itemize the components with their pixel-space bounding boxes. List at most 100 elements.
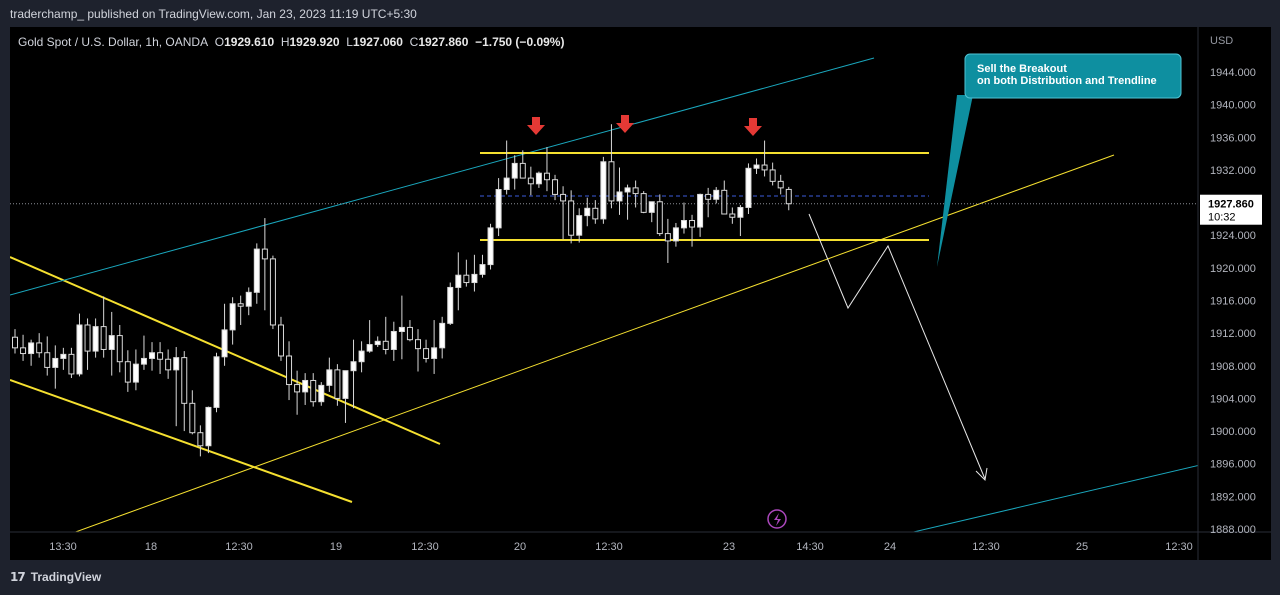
last-price-value: 1927.860 [1208, 199, 1254, 211]
currency-label: USD [1210, 35, 1233, 47]
candle-body [560, 193, 567, 202]
callout-pointer [937, 95, 973, 267]
candle-body [423, 348, 430, 359]
candle-body [221, 329, 228, 358]
candle-body [761, 164, 768, 171]
price-tick-label: 1920.000 [1210, 263, 1256, 275]
time-tick-label: 12:30 [225, 541, 253, 553]
top-arrow-icon [527, 117, 545, 135]
candle-body [535, 172, 542, 185]
candle-body [261, 248, 268, 260]
price-change: −1.750 (−0.09%) [475, 35, 565, 49]
cyan-upper-channel-line [10, 57, 875, 296]
callout-text-line1: Sell the Breakout [977, 63, 1067, 75]
candle-body [543, 172, 550, 181]
candle-body [713, 189, 720, 200]
candle-body [245, 291, 252, 307]
candle-body [406, 326, 413, 341]
price-tick-label: 1944.000 [1210, 67, 1256, 79]
candle-body [415, 339, 421, 350]
candle-body [36, 342, 43, 354]
candle-body [108, 335, 115, 350]
time-tick-label: 18 [145, 541, 157, 553]
tradingview-logo-icon: 17 [10, 570, 26, 584]
open-value: 1929.610 [224, 35, 275, 49]
candle-body [302, 379, 309, 393]
candle-body [503, 177, 510, 191]
time-tick-label: 12:30 [972, 541, 1000, 553]
candle-body [140, 357, 147, 365]
candle-body [197, 432, 204, 447]
candle-body [116, 335, 123, 363]
candle-body [479, 264, 486, 275]
lightning-icon [774, 513, 781, 526]
candle-body [737, 206, 744, 218]
candle-body [487, 227, 494, 266]
symbol-legend: Gold Spot / U.S. Dollar, 1h, OANDA O1929… [18, 35, 564, 49]
callout-text-line2: on both Distribution and Trendline [977, 75, 1157, 87]
candle-body [455, 274, 462, 288]
projected-price-path [808, 213, 986, 480]
candle-body [721, 189, 728, 215]
candle-body [600, 161, 607, 220]
candle-body [374, 340, 381, 346]
candle-body [253, 248, 260, 293]
price-tick-label: 1932.000 [1210, 165, 1256, 177]
candle-body [527, 177, 534, 185]
price-tick-label: 1924.000 [1210, 230, 1256, 242]
candle-body [277, 324, 284, 357]
top-arrow-icon [744, 118, 762, 136]
bar-countdown: 10:32 [1208, 212, 1236, 224]
candle-body [237, 303, 244, 307]
cyan-lower-channel-line [911, 464, 1198, 532]
candle-body [294, 384, 301, 393]
time-tick-label: 12:30 [411, 541, 439, 553]
high-label: H [280, 35, 290, 49]
low-value: 1927.060 [352, 35, 403, 49]
candle-body [729, 213, 736, 218]
top-arrow-icon [616, 115, 634, 133]
top-bar: traderchamp_ published on TradingView.co… [0, 0, 1280, 27]
candle-body [334, 369, 341, 399]
time-tick-label: 19 [330, 541, 342, 553]
close-value: 1927.860 [418, 35, 469, 49]
candle-body [640, 193, 647, 213]
candle-body [76, 324, 83, 375]
candle-body [286, 355, 293, 386]
time-tick-label: 13:30 [49, 541, 77, 553]
candle-body [350, 361, 357, 372]
candle-body [205, 406, 212, 447]
time-tick-label: 25 [1076, 541, 1088, 553]
footer-brand[interactable]: 17 TradingView [10, 570, 101, 584]
price-tick-label: 1892.000 [1210, 491, 1256, 503]
time-tick-label: 24 [884, 541, 896, 553]
brand-name: TradingView [30, 570, 102, 584]
time-tick-label: 12:30 [1165, 541, 1193, 553]
price-tick-label: 1912.000 [1210, 328, 1256, 340]
candle-body [213, 356, 220, 408]
symbol-name: Gold Spot / U.S. Dollar, 1h, OANDA [18, 35, 209, 49]
candle-body [608, 161, 615, 202]
candle-body [648, 201, 655, 213]
candle-body [12, 336, 18, 349]
candle-body [149, 352, 156, 359]
candle-body [100, 326, 107, 350]
plot-area[interactable]: Sell the Breakouton both Distribution an… [10, 53, 1200, 534]
candle-body [68, 353, 75, 375]
price-tick-label: 1908.000 [1210, 361, 1256, 373]
time-tick-label: 20 [514, 541, 526, 553]
candle-body [28, 342, 35, 355]
candle-body [189, 402, 196, 434]
chart-plot[interactable]: Sell the Breakouton both Distribution an… [10, 27, 1271, 560]
high-value: 1929.920 [289, 35, 340, 49]
candle-body [398, 326, 405, 333]
candle-body [181, 357, 188, 404]
candle-body [157, 352, 164, 360]
candle-body [705, 193, 712, 200]
time-tick-label: 23 [723, 541, 735, 553]
open-label: O [214, 35, 225, 49]
lower-falling-channel-line [10, 379, 353, 503]
candle-body [697, 193, 704, 228]
candle-body [689, 220, 696, 228]
candle-body [592, 207, 599, 220]
